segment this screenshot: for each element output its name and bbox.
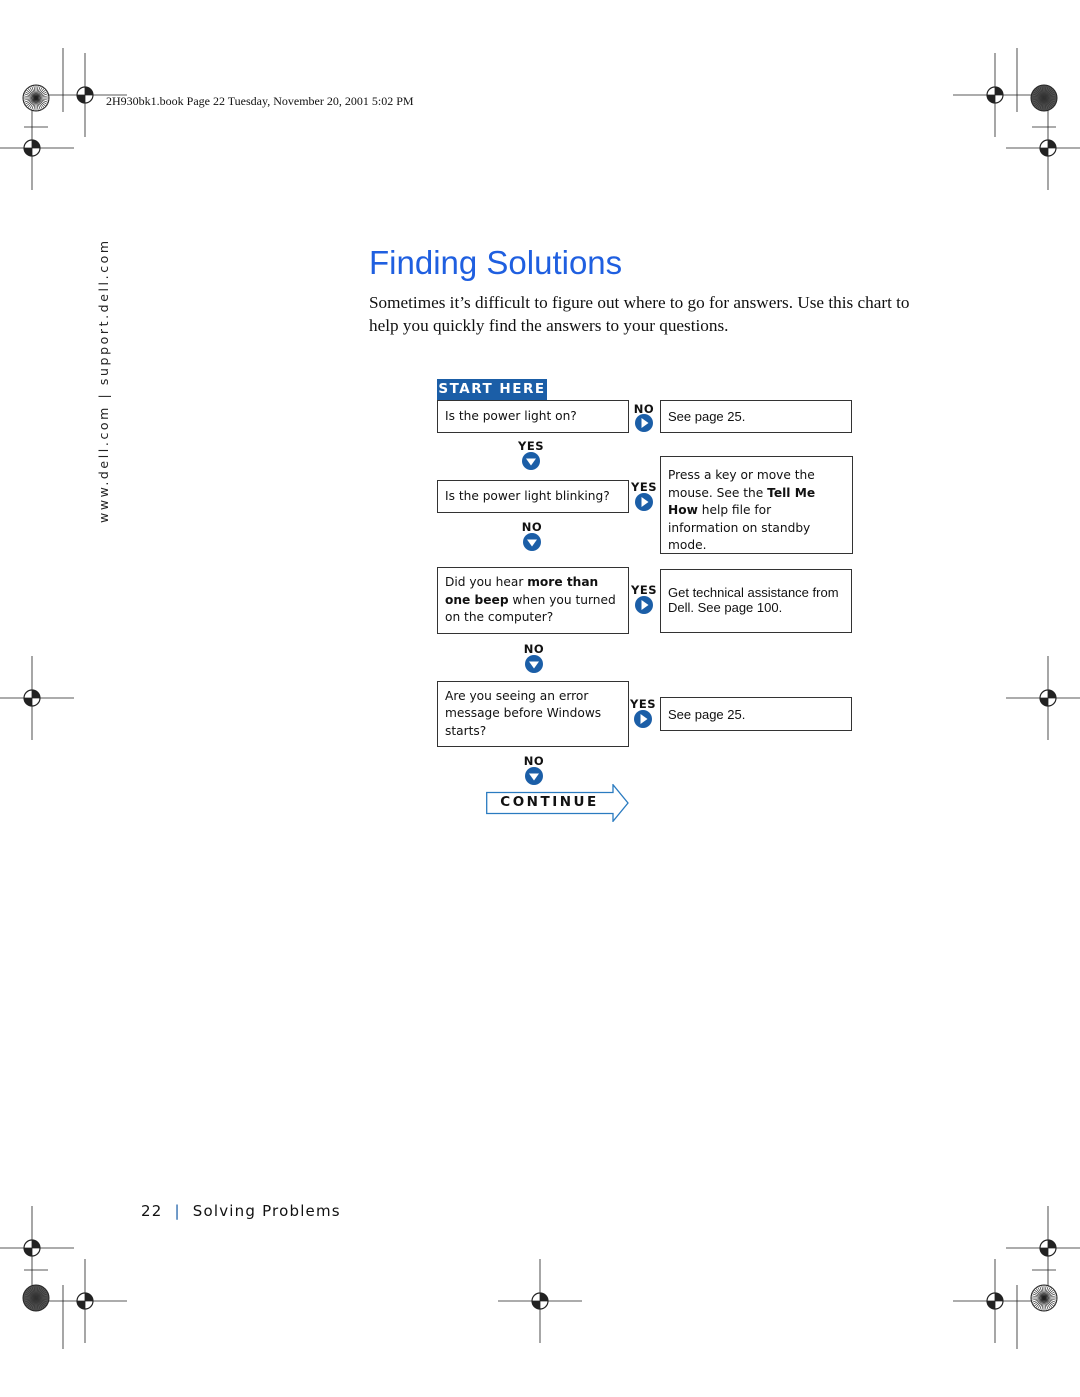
question-box-beep: Did you hear more than one beep when you…: [437, 567, 629, 634]
print-header: 2H930bk1.book Page 22 Tuesday, November …: [106, 94, 414, 108]
arrow-right-icon: [635, 493, 653, 511]
intro-paragraph: Sometimes it’s difficult to figure out w…: [369, 293, 910, 335]
section-name: Solving Problems: [192, 1202, 341, 1220]
crosshair-mark: [0, 1206, 74, 1290]
starburst-mark: [22, 84, 50, 112]
answer-box: See page 25.: [660, 697, 852, 731]
starburst-mark: [1030, 84, 1058, 112]
question-text: Did you hear more than one beep when you…: [445, 575, 616, 625]
no-label: NO: [523, 642, 545, 656]
arrow-right-icon: [635, 414, 653, 432]
answer-box: Get technical assistance from Dell. See …: [660, 569, 852, 633]
continue-label: CONTINUE: [500, 794, 599, 810]
crosshair-mark: [953, 1259, 1037, 1343]
answer-text: Press a key or move the mouse. See the T…: [668, 468, 816, 553]
answer-box: See page 25.: [660, 400, 852, 433]
crosshair-mark: [1006, 106, 1080, 190]
question-box-power-on: Is the power light on?: [437, 400, 629, 433]
yes-label: YES: [630, 697, 656, 711]
crosshair-mark: [498, 1259, 582, 1343]
answer-text: See page 25.: [668, 706, 746, 722]
arrow-down-icon: [523, 533, 541, 551]
start-here-label: START HERE: [437, 379, 547, 400]
crosshair-mark: [0, 656, 74, 740]
no-label: NO: [521, 520, 543, 534]
crosshair-mark: [43, 1259, 127, 1343]
question-text: Is the power light on?: [445, 408, 577, 423]
question-text: Are you seeing an error message before W…: [445, 688, 602, 738]
crosshair-mark: [1006, 1206, 1080, 1290]
sidebar-url: www.dell.com | support.dell.com: [96, 238, 111, 523]
answer-text: See page 25.: [668, 409, 746, 424]
yes-label: YES: [518, 439, 544, 453]
starburst-mark: [22, 1284, 50, 1312]
arrow-down-icon: [522, 452, 540, 470]
arrow-right-icon: [635, 596, 653, 614]
question-box-error-message: Are you seeing an error message before W…: [437, 681, 629, 747]
arrow-down-icon: [525, 767, 543, 785]
starburst-mark: [1030, 1284, 1058, 1312]
yes-label: YES: [631, 583, 657, 597]
page-title: Finding Solutions: [369, 244, 623, 281]
question-box-power-blinking: Is the power light blinking?: [437, 480, 629, 513]
yes-label: YES: [631, 480, 657, 494]
footer-separator: |: [174, 1202, 181, 1220]
question-text: Is the power light blinking?: [445, 488, 610, 503]
answer-text: Get technical assistance from Dell. See …: [668, 585, 839, 615]
page-number: 22: [141, 1202, 163, 1220]
answer-box: Press a key or move the mouse. See the T…: [660, 456, 853, 554]
crosshair-mark: [1006, 656, 1080, 740]
crosshair-mark: [0, 106, 74, 190]
arrow-right-icon: [634, 710, 652, 728]
crosshair-mark: [953, 53, 1037, 137]
no-label: NO: [523, 754, 545, 768]
arrow-down-icon: [525, 655, 543, 673]
page-footer: 22 | Solving Problems: [141, 1202, 341, 1220]
